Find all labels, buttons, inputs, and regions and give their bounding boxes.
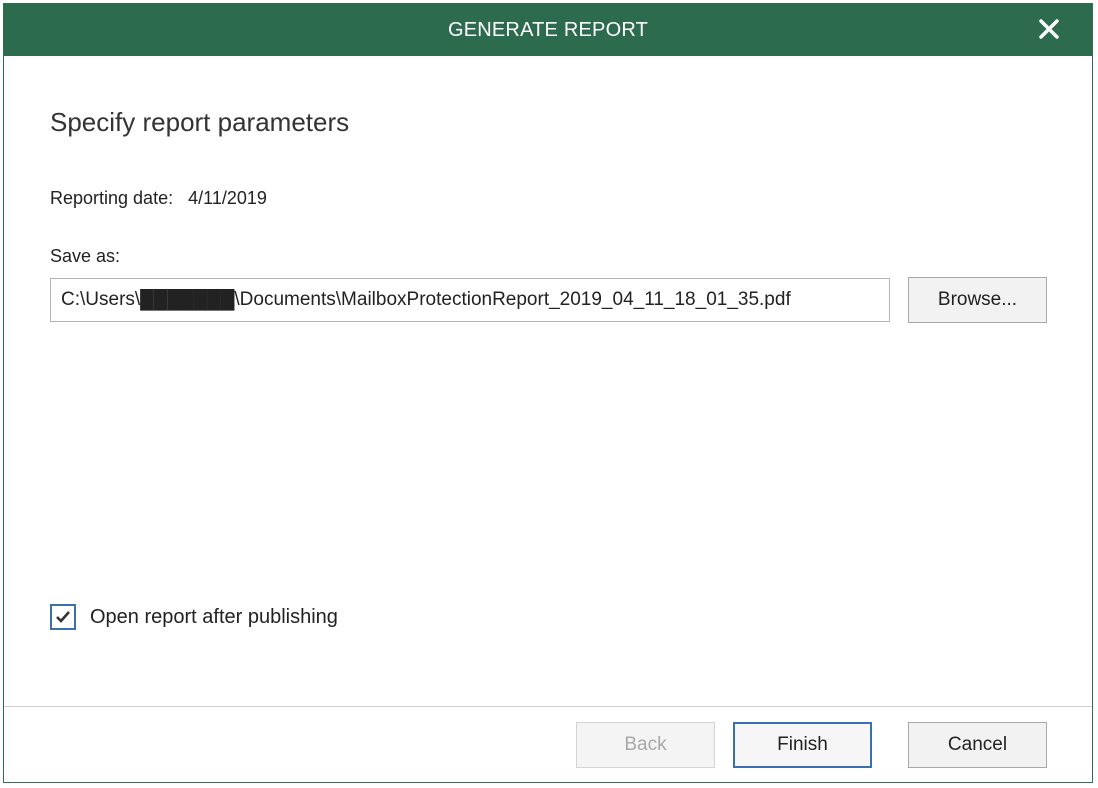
generate-report-dialog: GENERATE REPORT Specify report parameter… xyxy=(3,3,1093,783)
reporting-date-value: 4/11/2019 xyxy=(188,188,267,208)
checkmark-icon xyxy=(56,611,70,623)
save-as-path-input[interactable] xyxy=(50,278,890,322)
title-bar: GENERATE REPORT xyxy=(4,4,1092,56)
reporting-date-separator xyxy=(178,188,183,208)
cancel-button[interactable]: Cancel xyxy=(908,722,1047,768)
browse-button[interactable]: Browse... xyxy=(908,277,1047,323)
open-report-label: Open report after publishing xyxy=(90,605,338,628)
dialog-title: GENERATE REPORT xyxy=(447,19,649,41)
save-as-label: Save as: xyxy=(50,246,121,266)
close-icon[interactable] xyxy=(1036,16,1062,42)
finish-button[interactable]: Finish xyxy=(733,722,872,768)
footer-divider xyxy=(4,706,1092,707)
page-heading: Specify report parameters xyxy=(50,107,350,137)
reporting-date-label: Reporting date: xyxy=(50,188,174,208)
open-report-checkbox[interactable] xyxy=(50,604,76,630)
reporting-date: Reporting date: 4/11/2019 xyxy=(50,188,267,209)
open-report-option[interactable]: Open report after publishing xyxy=(50,601,338,633)
back-button[interactable]: Back xyxy=(576,722,715,768)
